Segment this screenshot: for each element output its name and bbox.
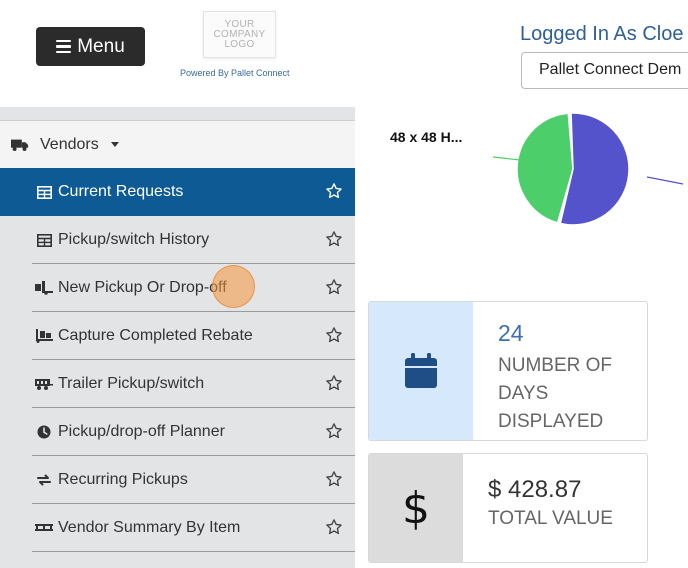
star-icon[interactable] xyxy=(325,374,343,392)
app-page: Menu YOUR COMPANY LOGO Powered By Pallet… xyxy=(0,0,688,568)
clock-icon xyxy=(35,424,53,440)
sidebar-item-trailer-pickup-switch[interactable]: Trailer Pickup/switch xyxy=(0,360,355,408)
chevron-down-icon xyxy=(110,142,119,147)
sidebar-item-vendor-summary-by-item[interactable]: Vendor Summary By Item xyxy=(0,504,355,552)
sidebar-item-recurring-pickups[interactable]: Recurring Pickups xyxy=(0,456,355,504)
days-count: 24 xyxy=(498,320,524,346)
star-icon[interactable] xyxy=(325,326,343,344)
star-icon[interactable] xyxy=(325,470,343,488)
sidebar-item-label: Trailer Pickup/switch xyxy=(58,375,205,392)
total-value-label: Total value xyxy=(488,508,613,529)
pie-slice-label: 48 x 48 H... xyxy=(390,129,463,145)
table-icon xyxy=(35,184,53,200)
logged-in-as-text: Logged In As Cloe N xyxy=(520,23,688,45)
sidebar-item-label: Capture Completed Rebate xyxy=(58,327,253,344)
menu-button[interactable]: Menu xyxy=(36,27,145,66)
pallet-icon xyxy=(35,520,53,536)
sidebar-item-label: Recurring Pickups xyxy=(58,471,188,488)
days-displayed-card: 24 Number of days displayed xyxy=(368,301,648,441)
sidebar-item-label: Current Requests xyxy=(58,183,184,200)
calendar-icon xyxy=(369,302,473,440)
sidebar-item-label: New Pickup Or Drop-off xyxy=(58,279,227,296)
logo-line-3: LOGO xyxy=(224,38,255,50)
truck-icon xyxy=(11,137,29,153)
star-icon[interactable] xyxy=(325,518,343,536)
days-label: Number of days displayed xyxy=(498,355,612,432)
sync-icon xyxy=(35,472,53,488)
logo-line-2: COMPANY xyxy=(213,28,266,40)
menu-label: Menu xyxy=(77,35,125,57)
click-indicator xyxy=(212,265,255,308)
company-select[interactable]: Pallet Connect Dem xyxy=(521,52,688,89)
total-value-card: $ $ 428.87 Total value xyxy=(368,453,648,563)
star-icon[interactable] xyxy=(325,182,343,200)
logo-line-1: YOUR xyxy=(224,18,255,30)
star-icon[interactable] xyxy=(325,422,343,440)
trailer-icon xyxy=(35,376,53,392)
star-icon[interactable] xyxy=(325,278,343,296)
vendors-label: Vendors xyxy=(40,135,99,153)
total-value-amount: $ 428.87 xyxy=(488,476,582,503)
truck-loading-icon xyxy=(35,280,53,296)
pie-leader-line-2 xyxy=(646,176,684,185)
sidebar-item-label: Vendor Summary By Item xyxy=(58,519,241,536)
pallet-dolly-icon xyxy=(35,328,53,344)
sidebar-item-label: Pickup/switch History xyxy=(58,231,210,248)
sidebar-item-pickup-drop-off-planner[interactable]: Pickup/drop-off Planner xyxy=(0,408,355,456)
company-logo[interactable]: YOUR COMPANY LOGO xyxy=(203,11,276,58)
dashboard-content: 48 x 48 H... 24 Number of days displayed… xyxy=(355,107,688,568)
sidebar-item-current-requests[interactable]: Current Requests xyxy=(0,168,355,216)
dollar-icon: $ xyxy=(369,454,463,562)
vendors-dropdown[interactable]: Vendors xyxy=(0,120,355,168)
star-icon[interactable] xyxy=(325,230,343,248)
pie-chart[interactable] xyxy=(493,107,688,237)
table-icon xyxy=(35,232,53,248)
sidebar-item-new-pickup-or-drop-off[interactable]: New Pickup Or Drop-off xyxy=(0,264,355,312)
sidebar-item-label: Pickup/drop-off Planner xyxy=(58,423,225,440)
hamburger-icon xyxy=(56,39,72,54)
sidebar-item-pickup-switch-history[interactable]: Pickup/switch History xyxy=(0,216,355,264)
header: Menu YOUR COMPANY LOGO Powered By Pallet… xyxy=(0,0,688,107)
sidebar: Vendors Current Requests Pickup/switch H… xyxy=(0,107,355,568)
sidebar-item-capture-completed-rebate[interactable]: Capture Completed Rebate xyxy=(0,312,355,360)
vendor-nav: Current Requests Pickup/switch History N… xyxy=(0,168,355,552)
powered-by-text: Powered By Pallet Connect xyxy=(180,68,290,78)
